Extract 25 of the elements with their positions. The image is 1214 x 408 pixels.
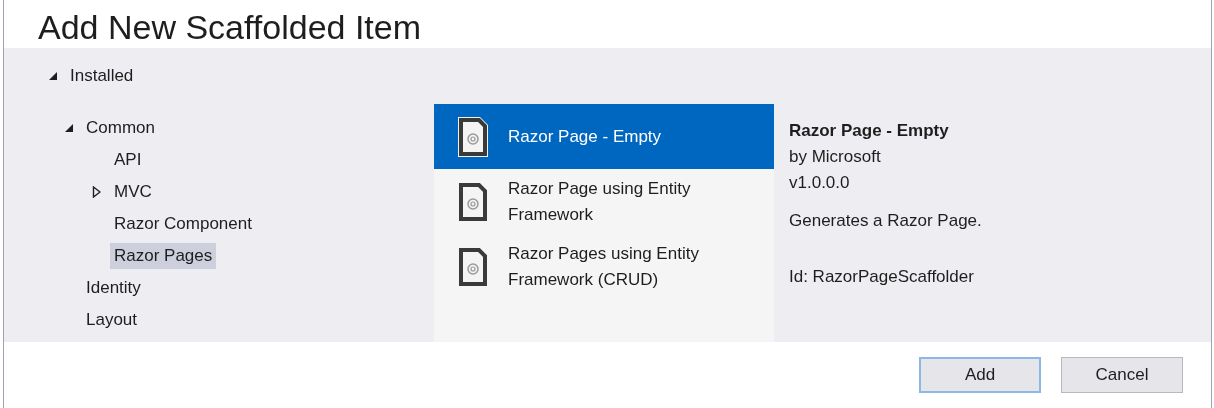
tree-item[interactable]: Installed: [66, 63, 138, 89]
tree-item[interactable]: Layout: [82, 307, 142, 333]
id-text: Id: RazorPageScaffolder: [789, 266, 975, 288]
cancel-button[interactable]: Cancel: [1061, 357, 1183, 393]
add-button[interactable]: Add: [919, 357, 1041, 393]
expand-arrow-icon[interactable]: [92, 186, 101, 198]
version-text: v1.0.0.0: [789, 172, 851, 194]
collapse-arrow-icon[interactable]: [48, 71, 58, 81]
tree-item[interactable]: API: [110, 147, 146, 173]
collapse-arrow-icon[interactable]: [64, 123, 74, 133]
page-icon: [458, 246, 488, 287]
tree-item[interactable]: MVC: [110, 179, 156, 205]
author-text: by Microsoft: [789, 146, 882, 168]
page-icon: [458, 181, 488, 222]
description-text: Generates a Razor Page.: [789, 210, 982, 232]
tree-item[interactable]: Common: [82, 115, 159, 141]
tree-item[interactable]: Razor Component: [110, 211, 256, 237]
window-title: Add New Scaffolded Item: [37, 7, 423, 48]
template-item[interactable]: Razor Page - Empty: [434, 104, 774, 169]
tree-item[interactable]: Razor Pages: [110, 243, 217, 269]
template-item[interactable]: Razor Page using Entity Framework: [434, 169, 774, 234]
template-item[interactable]: Razor Pages using Entity Framework (CRUD): [434, 234, 774, 299]
tree-item[interactable]: Identity: [82, 275, 145, 301]
template-title: Razor Page - Empty: [789, 120, 950, 142]
page-icon: [458, 116, 488, 157]
